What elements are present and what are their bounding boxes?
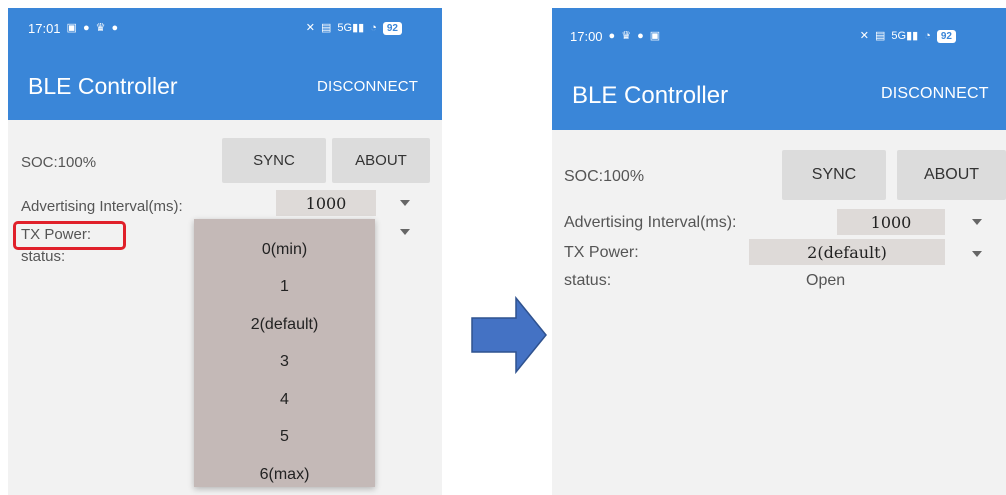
about-button[interactable]: ABOUT: [897, 150, 1006, 200]
status-bar: 17:01 ▣ ● ♛ ● ✕ ▤ 5G▮▮ ◔ 92: [8, 8, 442, 48]
left-phone-screen: 17:01 ▣ ● ♛ ● ✕ ▤ 5G▮▮ ◔ 92 BLE Controll…: [8, 8, 442, 495]
app-title: BLE Controller: [572, 82, 729, 109]
mute-icon: ✕: [859, 29, 870, 42]
soc-label: SOC:100%: [21, 154, 97, 171]
chevron-down-icon[interactable]: [400, 229, 410, 235]
hd-icon: ▤: [321, 21, 332, 34]
wifi-icon: ◔: [370, 21, 377, 34]
chevron-down-icon[interactable]: [972, 219, 982, 225]
signal-icon: 5G▮▮: [337, 21, 365, 34]
status-label: status:: [21, 248, 66, 265]
chat-icon: ●: [637, 29, 644, 42]
wifi-icon: ◔: [924, 29, 931, 42]
hd-icon: ▤: [875, 29, 886, 42]
sync-button[interactable]: SYNC: [782, 150, 886, 200]
crown-icon: ♛: [621, 29, 632, 42]
dropdown-option[interactable]: 6(max): [194, 466, 375, 484]
tx-power-highlight-box: [13, 221, 126, 250]
dropdown-option[interactable]: 0(min): [194, 241, 375, 259]
dropdown-option[interactable]: 1: [194, 278, 375, 296]
battery-icon: 92: [936, 29, 956, 43]
tx-power-dropdown: 0(min) 1 2(default) 3 4 5 6(max): [194, 219, 375, 487]
dropdown-option[interactable]: 3: [194, 353, 375, 371]
battery-icon: 92: [382, 21, 402, 35]
comparison-canvas: 17:01 ▣ ● ♛ ● ✕ ▤ 5G▮▮ ◔ 92 BLE Controll…: [0, 0, 1006, 495]
chevron-down-icon[interactable]: [972, 251, 982, 257]
notification-icon: ▣: [649, 29, 661, 42]
status-time: 17:01: [28, 20, 61, 36]
tx-power-label: TX Power:: [564, 244, 639, 261]
advertising-interval-spinner[interactable]: 1000: [276, 190, 376, 216]
network-label: 5G: [891, 29, 907, 42]
dropdown-option[interactable]: 5: [194, 428, 375, 446]
chat-icon: ●: [111, 21, 119, 34]
disconnect-button[interactable]: DISCONNECT: [881, 85, 989, 103]
app-bar: 17:00 ● ♛ ● ▣ ✕ ▤ 5G▮▮ ◔ 92 BLE Controll…: [552, 8, 1006, 130]
mute-icon: ✕: [305, 21, 316, 34]
dropdown-option[interactable]: 4: [194, 391, 375, 409]
sync-button[interactable]: SYNC: [222, 138, 326, 183]
dropdown-option[interactable]: 2(default): [194, 316, 375, 334]
app-icon: ●: [608, 29, 616, 42]
chevron-down-icon[interactable]: [400, 200, 410, 206]
signal-icon: 5G▮▮: [891, 29, 919, 42]
status-label: status:: [564, 272, 612, 289]
disconnect-button[interactable]: DISCONNECT: [317, 78, 418, 95]
advertising-interval-spinner[interactable]: 1000: [837, 209, 945, 235]
network-label: 5G: [337, 21, 353, 34]
advertising-interval-label: Advertising Interval(ms):: [21, 198, 183, 215]
app-bar: 17:01 ▣ ● ♛ ● ✕ ▤ 5G▮▮ ◔ 92 BLE Controll…: [8, 8, 442, 120]
status-bar: 17:00 ● ♛ ● ▣ ✕ ▤ 5G▮▮ ◔ 92: [552, 16, 1006, 56]
soc-label: SOC:100%: [564, 168, 645, 185]
status-value: Open: [806, 272, 846, 289]
advertising-interval-label: Advertising Interval(ms):: [564, 214, 737, 231]
right-phone-screen: 17:00 ● ♛ ● ▣ ✕ ▤ 5G▮▮ ◔ 92 BLE Controll…: [552, 8, 1006, 495]
app-icon: ●: [82, 21, 90, 34]
notification-icon: ▣: [66, 21, 77, 34]
app-title: BLE Controller: [28, 73, 178, 99]
tx-power-spinner[interactable]: 2(default): [749, 239, 945, 265]
transition-arrow-icon: [471, 296, 547, 374]
crown-icon: ♛: [95, 21, 106, 34]
status-time: 17:00: [570, 28, 603, 44]
about-button[interactable]: ABOUT: [332, 138, 430, 183]
